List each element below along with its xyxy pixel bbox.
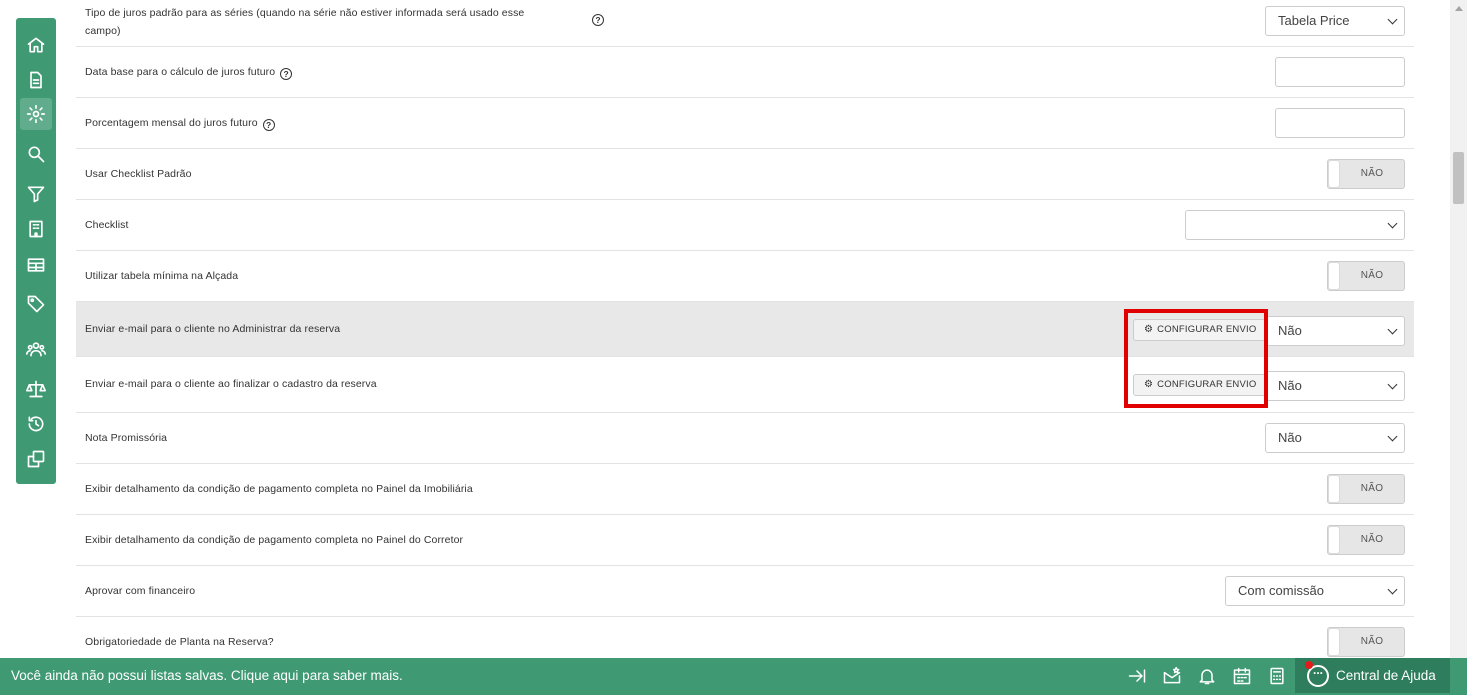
chevron-down-icon — [1387, 379, 1398, 390]
setting-row-detalhamento-corretor: Exibir detalhamento da condição de pagam… — [76, 515, 1414, 566]
toggle-knob — [1329, 629, 1339, 655]
detalhamento-corretor-toggle[interactable]: NÃO — [1327, 525, 1405, 555]
scale-icon[interactable] — [24, 377, 48, 401]
highlight-annotation-box — [1124, 309, 1268, 408]
setting-row-checklist-padrao: Usar Checklist Padrão NÃO — [76, 149, 1414, 200]
scrollbar-thumb[interactable] — [1453, 152, 1464, 204]
tag-icon[interactable] — [24, 292, 48, 316]
gear-icon[interactable] — [20, 98, 52, 130]
building-icon[interactable] — [24, 217, 48, 241]
setting-label: Tipo de juros padrão para as séries (qua… — [85, 7, 525, 37]
help-icon[interactable]: ? — [280, 68, 293, 80]
checklist-padrao-toggle[interactable]: NÃO — [1327, 159, 1405, 189]
toggle-knob — [1329, 527, 1339, 553]
email-finalizar-select[interactable]: Não — [1265, 371, 1405, 401]
data-base-input[interactable] — [1275, 57, 1405, 87]
setting-row-porcentagem: Porcentagem mensal do juros futuro? — [76, 98, 1414, 149]
chevron-down-icon — [1387, 584, 1398, 595]
history-icon[interactable] — [24, 412, 48, 436]
setting-row-checklist: Checklist — [76, 200, 1414, 251]
setting-label: Usar Checklist Padrão — [85, 168, 192, 180]
chevron-down-icon — [1387, 431, 1398, 442]
setting-label: Exibir detalhamento da condição de pagam… — [85, 483, 473, 495]
nota-promissoria-select[interactable]: Não — [1265, 423, 1405, 453]
help-icon[interactable]: ? — [592, 14, 604, 26]
export-icon[interactable] — [1127, 666, 1147, 686]
setting-label: Enviar e-mail para o cliente ao finaliza… — [85, 378, 377, 390]
document-icon[interactable] — [24, 68, 48, 92]
chevron-down-icon — [1387, 14, 1398, 25]
setting-label: Aprovar com financeiro — [85, 585, 196, 597]
checklist-select[interactable] — [1185, 210, 1405, 240]
setting-row-detalhamento-imobiliaria: Exibir detalhamento da condição de pagam… — [76, 464, 1414, 515]
chevron-down-icon — [1387, 324, 1398, 335]
bell-icon[interactable] — [1197, 666, 1217, 686]
saved-list-icon[interactable] — [1162, 666, 1182, 686]
email-administrar-select[interactable]: Não — [1265, 316, 1405, 346]
toggle-label: NÃO — [1360, 636, 1384, 647]
toggle-label: NÃO — [1360, 534, 1384, 545]
copy-icon[interactable] — [24, 447, 48, 471]
calculator-icon[interactable] — [1267, 666, 1287, 686]
setting-label: Porcentagem mensal do juros futuro? — [85, 114, 275, 132]
settings-page: Tipo de juros padrão para as séries (qua… — [0, 0, 1467, 695]
setting-label: Enviar e-mail para o cliente no Administ… — [85, 323, 341, 335]
aprovar-financeiro-select[interactable]: Com comissão — [1225, 576, 1405, 606]
help-center-button[interactable]: Central de Ajuda — [1295, 658, 1450, 693]
chevron-down-icon — [1387, 218, 1398, 229]
help-icon[interactable]: ? — [262, 119, 275, 131]
notification-dot — [1305, 661, 1313, 669]
calendar-icon[interactable] — [1232, 666, 1252, 686]
table-icon[interactable] — [24, 253, 48, 277]
toggle-label: NÃO — [1360, 168, 1384, 179]
setting-row-tabela-minima: Utilizar tabela mínima na Alçada NÃO — [76, 251, 1414, 302]
setting-label: Exibir detalhamento da condição de pagam… — [85, 534, 464, 546]
toggle-label: NÃO — [1360, 483, 1384, 494]
home-icon[interactable] — [24, 33, 48, 57]
search-icon[interactable] — [24, 142, 48, 166]
toggle-knob — [1329, 263, 1339, 289]
tipo-juros-select[interactable]: Tabela Price — [1265, 6, 1405, 36]
left-sidebar — [16, 18, 56, 484]
detalhamento-imobiliaria-toggle[interactable]: NÃO — [1327, 474, 1405, 504]
scroll-up-arrow-icon[interactable] — [1455, 6, 1463, 11]
setting-row-nota-promissoria: Nota Promissória Não — [76, 413, 1414, 464]
bottom-bar: Você ainda não possui listas salvas. Cli… — [0, 658, 1467, 695]
porcentagem-input[interactable] — [1275, 108, 1405, 138]
help-center-label: Central de Ajuda — [1336, 668, 1436, 683]
saved-lists-message[interactable]: Você ainda não possui listas salvas. Cli… — [11, 658, 403, 693]
setting-row-tipo-juros: Tipo de juros padrão para as séries (qua… — [76, 0, 1414, 47]
toggle-label: NÃO — [1360, 270, 1384, 281]
planta-reserva-toggle[interactable]: NÃO — [1327, 627, 1405, 657]
toggle-knob — [1329, 161, 1339, 187]
setting-label: Checklist — [85, 219, 129, 231]
setting-label: Nota Promissória — [85, 432, 168, 444]
setting-row-data-base: Data base para o cálculo de juros futuro… — [76, 47, 1414, 98]
setting-label: Data base para o cálculo de juros futuro… — [85, 63, 293, 81]
filter-icon[interactable] — [24, 182, 48, 206]
vertical-scrollbar[interactable] — [1450, 0, 1467, 658]
users-icon[interactable] — [24, 337, 48, 361]
toggle-knob — [1329, 476, 1339, 502]
setting-row-aprovar-financeiro: Aprovar com financeiro Com comissão — [76, 566, 1414, 617]
tabela-minima-toggle[interactable]: NÃO — [1327, 261, 1405, 291]
setting-label: Utilizar tabela mínima na Alçada — [85, 270, 239, 282]
setting-label: Obrigatoriedade de Planta na Reserva? — [85, 636, 274, 648]
